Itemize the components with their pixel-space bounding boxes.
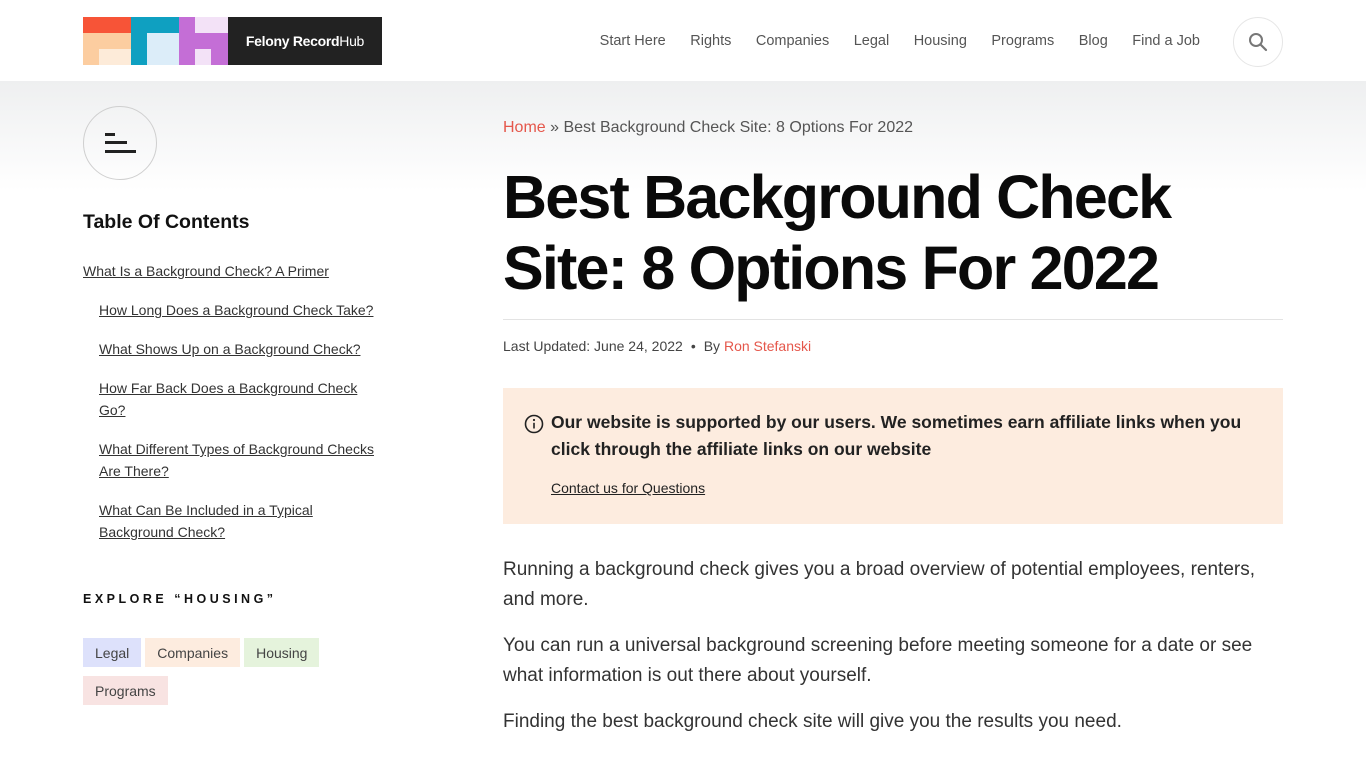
nav-item-blog[interactable]: Blog [1079,33,1108,49]
author-link[interactable]: Ron Stefanski [724,338,811,354]
nav-item-start-here[interactable]: Start Here [600,33,666,49]
breadcrumb-separator: » [545,119,564,136]
list-icon [105,133,115,136]
search-button[interactable] [1233,17,1283,67]
page-title: Best Background Check Site: 8 Options Fo… [503,163,1172,302]
category-tags: Legal Companies Housing Programs [83,638,343,705]
nav-item-companies[interactable]: Companies [756,33,829,49]
list-icon-line [105,141,127,144]
tag-programs[interactable]: Programs [83,676,168,705]
info-icon [524,414,544,434]
tag-companies[interactable]: Companies [145,638,241,667]
paragraph: Finding the best background check site w… [503,711,1122,732]
notice-text: Our website is supported by our users. W… [551,412,1242,459]
article-body: Running a background check gives you a b… [503,555,1283,753]
affiliate-notice: Our website is supported by our users. W… [503,388,1283,524]
toc-item[interactable]: What Shows Up on a Background Check? [99,338,383,360]
post-meta: Last Updated: June 24, 2022 • By Ron Stefa… [503,338,811,354]
paragraph: Running a background check gives you a b… [503,559,1255,610]
nav-item-find-a-job[interactable]: Find a Job [1132,33,1200,49]
search-icon [1249,33,1268,52]
tag-housing[interactable]: Housing [244,638,320,667]
toc-list: What Is a Background Check? A Primer How… [83,260,383,562]
breadcrumb-home-link[interactable]: Home [503,119,546,136]
toc-title: Table Of Contents [83,211,250,233]
breadcrumb-current: Best Background Check Site: 8 Options Fo… [563,119,914,136]
by-label: By [703,338,724,354]
toc-item[interactable]: How Long Does a Background Check Take? [99,299,383,321]
toc-item[interactable]: What Can Be Included in a Typical Backgr… [99,499,383,543]
logo-brand-light: Hub [339,33,365,49]
last-updated: Last Updated: June 24, 2022 [503,338,683,354]
title-divider [503,319,1283,320]
paragraph: You can run a universal background scree… [503,635,1253,686]
logo-mark [83,17,228,65]
contact-link[interactable]: Contact us for Questions [551,480,705,496]
meta-separator: • [690,338,696,354]
main-nav: Start Here Rights Companies Legal Housin… [575,33,1200,49]
logo-brand-bold: Felony Record [245,33,340,49]
nav-item-rights[interactable]: Rights [690,33,731,49]
explore-heading: EXPLORE “HOUSING” [83,592,277,606]
toc-item[interactable]: What Different Types of Background Check… [99,438,383,482]
site-logo[interactable]: Felony Record Hub [83,17,382,65]
toc-toggle-button[interactable] [83,106,157,180]
toc-item[interactable]: How Far Back Does a Background Check Go? [99,377,383,421]
list-icon-line [105,150,136,153]
nav-item-programs[interactable]: Programs [991,33,1054,49]
breadcrumb: Home » Best Background Check Site: 8 Opt… [503,119,913,137]
tag-legal[interactable]: Legal [83,638,142,667]
logo-wordmark: Felony Record Hub [228,17,382,65]
nav-item-legal[interactable]: Legal [854,33,889,49]
toc-item[interactable]: What Is a Background Check? A Primer [83,260,383,282]
site-header: Felony Record Hub Start Here Rights Comp… [0,0,1366,81]
nav-item-housing[interactable]: Housing [914,33,967,49]
